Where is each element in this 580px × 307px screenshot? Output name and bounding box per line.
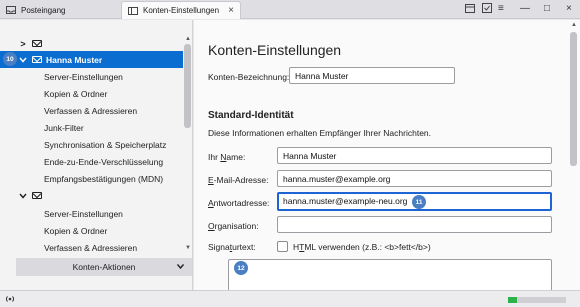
calendar-icon[interactable] bbox=[465, 3, 475, 16]
chevron-down-icon bbox=[176, 263, 185, 271]
sidebar-item-junk[interactable]: Junk-Filter bbox=[0, 119, 183, 136]
chevron-right-icon[interactable]: > bbox=[18, 39, 28, 49]
chevron-down-icon[interactable] bbox=[18, 191, 28, 201]
scroll-up-icon[interactable]: ▲ bbox=[571, 22, 577, 28]
tab-account-settings-label: Konten-Einstellungen bbox=[143, 6, 220, 15]
name-input[interactable]: Hanna Muster bbox=[277, 147, 552, 164]
name-label: Ihr Name: bbox=[208, 152, 246, 162]
email-input[interactable]: hanna.muster@example.org bbox=[277, 170, 552, 187]
account-tree-sidebar: > Hanna Muster Server-Einstellungen Kopi… bbox=[0, 20, 193, 290]
sidebar-item-e2e[interactable]: Ende-zu-Ende-Verschlüsselung bbox=[0, 153, 183, 170]
sidebar-item-copies-folders-2[interactable]: Kopien & Ordner bbox=[0, 222, 183, 239]
account-name-label: Konten-Bezeichnung: bbox=[208, 72, 290, 82]
callout-badge-11: 11 bbox=[412, 195, 426, 209]
html-signature-label: HTML verwenden (z.B.: <b>fett</b>) bbox=[293, 242, 431, 252]
status-bar bbox=[0, 290, 580, 307]
callout-badge-10: 10 bbox=[3, 52, 17, 66]
page-title: Konten-Einstellungen bbox=[208, 42, 342, 58]
organization-label: Organisation: bbox=[208, 221, 259, 231]
sidebar-item-composition-2[interactable]: Verfassen & Adressieren bbox=[0, 239, 183, 256]
mail-icon bbox=[32, 192, 42, 199]
chevron-down-icon[interactable] bbox=[18, 55, 28, 65]
collapsed-account-row[interactable]: > bbox=[0, 35, 183, 52]
tab-account-settings[interactable]: Konten-Einstellungen × bbox=[121, 1, 241, 19]
tasks-icon[interactable] bbox=[482, 3, 492, 16]
account-name-input[interactable]: Hanna Muster bbox=[289, 67, 455, 84]
signature-label: Signaturtext: bbox=[208, 242, 256, 252]
section-title: Standard-Identität bbox=[208, 110, 294, 121]
scroll-up-icon[interactable]: ▲ bbox=[185, 36, 191, 42]
main-scrollbar-thumb[interactable] bbox=[570, 32, 577, 166]
second-account-row[interactable] bbox=[0, 187, 183, 204]
tab-bar: Posteingang Konten-Einstellungen × ≡ — □… bbox=[0, 0, 580, 19]
organization-input[interactable] bbox=[277, 216, 552, 233]
scroll-down-icon[interactable]: ▼ bbox=[185, 245, 191, 251]
activity-icon[interactable] bbox=[5, 294, 15, 306]
callout-badge-12: 12 bbox=[234, 261, 248, 275]
sidebar-item-copies-folders[interactable]: Kopien & Ordner bbox=[0, 85, 183, 102]
reply-to-label: Antwortadresse: bbox=[208, 198, 270, 208]
minimize-icon[interactable]: — bbox=[520, 3, 530, 14]
app-menu-icon[interactable]: ≡ bbox=[498, 3, 504, 14]
progress-fill bbox=[508, 297, 517, 303]
settings-icon bbox=[128, 6, 138, 15]
tab-inbox-label: Posteingang bbox=[21, 5, 66, 15]
sidebar-item-sync[interactable]: Synchronisation & Speicherplatz bbox=[0, 136, 183, 153]
sidebar-account-hanna-muster[interactable]: Hanna Muster bbox=[0, 51, 183, 68]
progress-bar bbox=[508, 297, 566, 303]
account-settings-panel: Konten-Einstellungen Konten-Bezeichnung:… bbox=[194, 20, 580, 299]
tab-inbox[interactable]: Posteingang bbox=[0, 1, 120, 19]
maximize-icon[interactable]: □ bbox=[544, 3, 550, 14]
section-description: Diese Informationen erhalten Empfänger I… bbox=[208, 128, 432, 138]
sidebar-item-server-settings-2[interactable]: Server-Einstellungen bbox=[0, 205, 183, 222]
sidebar-item-server-settings[interactable]: Server-Einstellungen bbox=[0, 68, 183, 85]
close-tab-icon[interactable]: × bbox=[228, 5, 234, 16]
sidebar-item-mdn[interactable]: Empfangsbestätigungen (MDN) bbox=[0, 170, 183, 187]
mail-icon bbox=[32, 56, 42, 63]
sidebar-scrollbar-thumb[interactable] bbox=[184, 44, 191, 128]
inbox-icon bbox=[6, 6, 16, 14]
close-window-icon[interactable]: × bbox=[566, 3, 572, 14]
account-name: Hanna Muster bbox=[46, 54, 103, 65]
email-label: E-Mail-Adresse: bbox=[208, 175, 269, 185]
account-actions-label: Konten-Aktionen bbox=[72, 262, 136, 272]
account-actions-button[interactable]: Konten-Aktionen bbox=[16, 258, 192, 276]
html-signature-checkbox[interactable] bbox=[277, 241, 288, 252]
sidebar-item-composition[interactable]: Verfassen & Adressieren bbox=[0, 102, 183, 119]
mail-icon bbox=[32, 40, 42, 47]
